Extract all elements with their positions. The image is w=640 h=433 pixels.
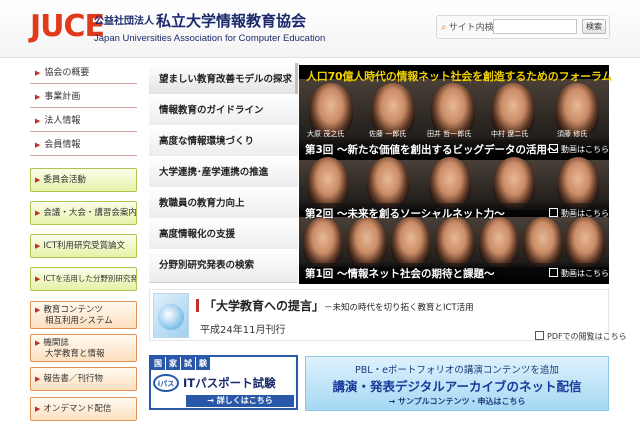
video-icon xyxy=(549,144,558,153)
logo-english-name: Japan Universities Association for Compu… xyxy=(94,33,326,44)
search-button[interactable]: 検索 xyxy=(582,19,606,34)
arrow-icon: ▶ xyxy=(35,275,41,283)
link-conferences[interactable]: ▶会議・大会・講習会案内/報告 xyxy=(30,201,137,225)
nav-item-corporate-info[interactable]: ▶ 法人情報 xyxy=(30,111,137,132)
arrow-icon: ▶ xyxy=(35,405,41,413)
pdf-link[interactable]: PDFでの閲覧はこちら xyxy=(535,331,627,342)
pbl-link[interactable]: → サンプルコンテンツ・申込はこちら xyxy=(305,396,609,407)
session-2-video-link[interactable]: 動画はこちら xyxy=(549,208,609,219)
speaker-photo xyxy=(523,217,563,267)
itpassport-link[interactable]: → 詳しくはこちら xyxy=(186,395,294,407)
menu-faculty-development[interactable]: 教職員の教育力向上 xyxy=(149,187,298,221)
speaker-photo xyxy=(565,217,605,267)
arrow-icon: ▶ xyxy=(35,339,41,347)
menu-collaboration[interactable]: 大学連携･産学連携の推進 xyxy=(149,156,298,190)
pdf-icon xyxy=(535,331,544,340)
speaker-photo xyxy=(347,217,387,267)
arrow-icon: ▶ xyxy=(35,176,41,184)
arrow-icon: ▶ xyxy=(35,242,41,250)
pbl-line2: 講演・発表デジタルアーカイブのネット配信 xyxy=(332,379,582,394)
session-3-title[interactable]: 第3回 ～新たな価値を創出するビッグデータの活用～ xyxy=(305,142,557,157)
video-icon xyxy=(549,208,558,217)
speaker-name: 須藤 修氏 xyxy=(557,130,588,138)
session-1-video-link[interactable]: 動画はこちら xyxy=(549,268,609,279)
forum-banner[interactable]: 大原 茂之氏 佐藤 一郎氏 田井 哲一郎氏 中村 遼二氏 須藤 修氏 xyxy=(299,65,609,284)
menu-advanced-support[interactable]: 高度情報化の支援 xyxy=(149,218,298,252)
pbl-line1: PBL・eポートフォリオの講演コンテンツを追加 xyxy=(355,365,559,376)
arrow-icon: ▶ xyxy=(35,209,41,217)
speaker-photo xyxy=(367,157,409,209)
session-3-video-link[interactable]: 動画はこちら xyxy=(549,144,609,155)
speaker-photo xyxy=(429,157,471,209)
video-icon xyxy=(549,268,558,277)
arrow-icon: ▶ xyxy=(35,93,41,101)
link-reports[interactable]: ▶ 報告書／刊行物 xyxy=(30,367,137,391)
link-on-demand[interactable]: ▶ オンデマンド配信 xyxy=(30,397,137,421)
arrow-icon: ▶ xyxy=(35,306,41,314)
link-committee[interactable]: ▶ 委員会活動 xyxy=(30,168,137,192)
itpassport-logo: iパス xyxy=(153,374,179,392)
session-2-title[interactable]: 第2回 ～未来を創るソーシャルネット力～ xyxy=(305,206,505,221)
speaker-name: 佐藤 一郎氏 xyxy=(369,130,407,138)
arrow-icon: ▶ xyxy=(35,375,41,383)
nav-item-overview[interactable]: ▶ 協会の概要 xyxy=(30,63,137,84)
speaker-photo xyxy=(303,217,343,267)
arrow-icon: ▶ xyxy=(35,117,41,125)
speaker-photo xyxy=(391,217,431,267)
link-journal[interactable]: ▶ 機関誌 大学教育と情報 xyxy=(30,334,137,362)
banner-title: 人口70億人時代の情報ネット社会を創造するためのフォーラム xyxy=(306,70,613,83)
speaker-photo xyxy=(493,157,535,209)
itpassport-head: 国家試験 xyxy=(151,357,211,370)
link-award-papers[interactable]: ▶ ICT利用研究受賞論文 xyxy=(30,234,137,258)
title-bar-icon xyxy=(196,299,199,312)
nav-item-business-plan[interactable]: ▶ 事業計画 xyxy=(30,87,137,108)
logo-japanese-name[interactable]: 公益社団法人 私立大学情報教育協会 xyxy=(94,13,306,32)
itpassport-title: ITパスポート試験 xyxy=(183,376,276,390)
speaker-name: 中村 遼二氏 xyxy=(491,130,529,138)
arrow-icon: ▶ xyxy=(35,141,41,149)
session-1-title[interactable]: 第1回 ～情報ネット社会の期待と課題～ xyxy=(305,266,494,281)
logo-prefix: 公益社団法人 xyxy=(94,16,154,27)
proposal-title: 「大学教育への提言」－未知の時代を切り拓く教育とICT活用 xyxy=(196,297,474,314)
arrow-icon: ▶ xyxy=(35,69,41,77)
search-input[interactable] xyxy=(493,19,577,34)
link-field-research[interactable]: ▶ ICTを活用した分野別研究発表 xyxy=(30,267,137,291)
nav-item-member-info[interactable]: ▶ 会員情報 xyxy=(30,135,137,156)
logo-name: 私立大学情報教育協会 xyxy=(156,12,307,30)
menu-info-environment[interactable]: 高度な情報環境づくり xyxy=(149,125,298,159)
search-icon: ⌕ xyxy=(441,22,447,33)
logo-mark[interactable]: JUCE xyxy=(30,12,105,42)
speaker-photo xyxy=(307,157,349,209)
speaker-name: 大原 茂之氏 xyxy=(307,130,345,138)
menu-research-search[interactable]: 分野別研究発表の検索 xyxy=(149,249,298,283)
speaker-name: 田井 哲一郎氏 xyxy=(427,130,472,138)
globe-icon xyxy=(158,304,184,330)
speaker-photo xyxy=(557,157,599,209)
menu-guidelines[interactable]: 情報教育のガイドライン xyxy=(149,94,298,128)
speaker-photo xyxy=(435,217,475,267)
speaker-photo xyxy=(479,217,519,267)
menu-education-model[interactable]: 望ましい教育改善モデルの探求 xyxy=(149,63,298,97)
link-content-sharing[interactable]: ▶ 教育コンテンツ 相互利用システム xyxy=(30,301,137,329)
proposal-date: 平成24年11月刊行 xyxy=(200,325,286,336)
